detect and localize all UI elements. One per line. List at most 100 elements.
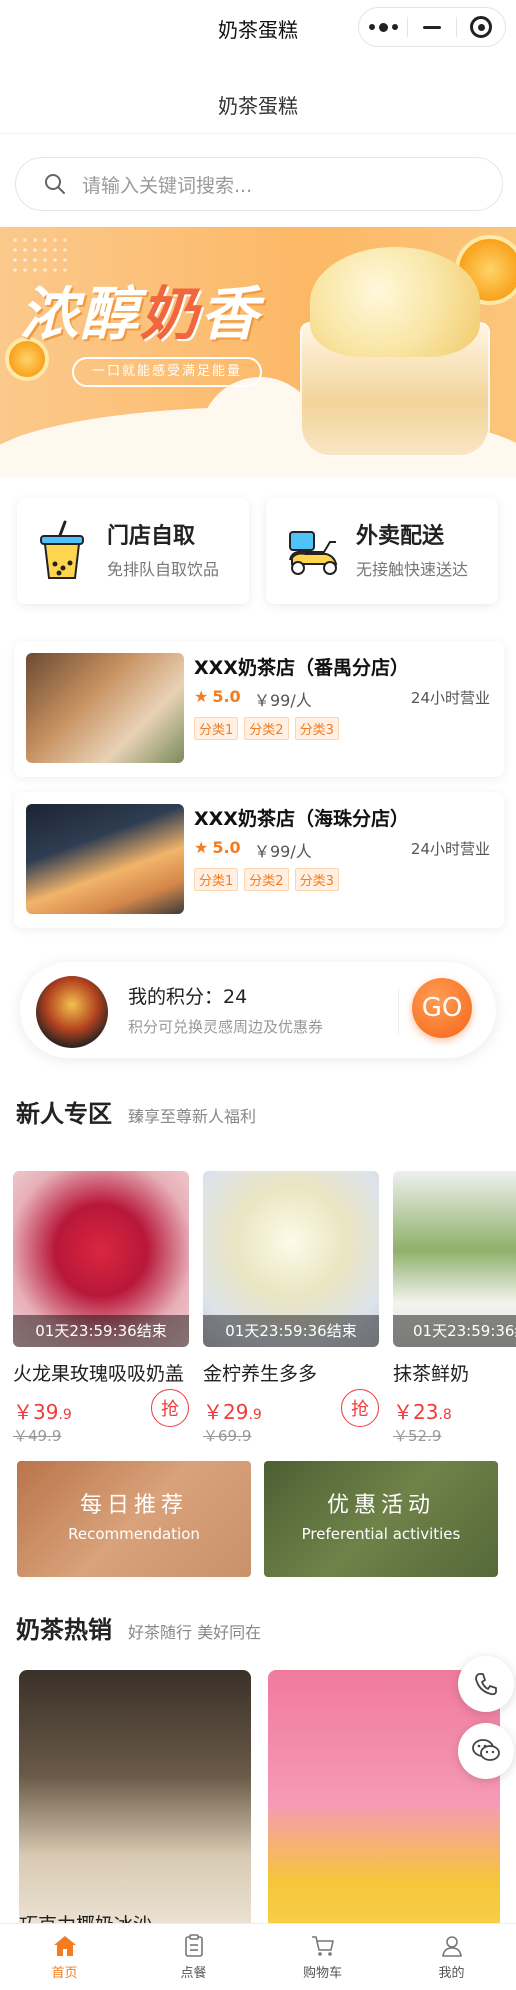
pickup-desc: 免排队自取饮品 bbox=[107, 560, 220, 579]
store-image bbox=[26, 804, 184, 914]
store-tag: 分类2 bbox=[244, 717, 289, 740]
mini-program-capsule bbox=[358, 7, 506, 47]
search-placeholder: 请输入关键词搜索... bbox=[82, 174, 253, 197]
tab-label: 购物车 bbox=[302, 1965, 342, 1981]
minimize-icon bbox=[423, 25, 441, 29]
store-card[interactable]: XXX奶茶店（海珠分店） ★ 5.0 ￥99/人 24小时营业 分类1 分类2 分… bbox=[14, 792, 504, 928]
promo-subtitle: Recommendation bbox=[68, 1525, 200, 1543]
store-price: ￥99/人 bbox=[254, 842, 312, 861]
phone-button[interactable] bbox=[458, 1656, 514, 1712]
grab-button[interactable]: 抢 bbox=[341, 1389, 379, 1427]
pickup-title: 门店自取 bbox=[107, 524, 196, 549]
tab-mine[interactable]: 我的 bbox=[387, 1924, 516, 1990]
points-avatar bbox=[36, 976, 108, 1048]
close-button[interactable] bbox=[457, 8, 505, 46]
tab-home[interactable]: 首页 bbox=[0, 1924, 129, 1990]
title-bar: 奶茶蛋糕 bbox=[0, 0, 516, 56]
points-card: 我的积分：24 积分可兑换灵感周边及优惠券 GO bbox=[20, 962, 496, 1058]
product-old-price: ￥69.9 bbox=[203, 1427, 252, 1445]
banner-subline: 一口就能感受满足能量 bbox=[72, 357, 263, 387]
bubble-tea-icon bbox=[40, 520, 84, 579]
points-go-button[interactable]: GO bbox=[412, 978, 472, 1038]
tab-label: 我的 bbox=[438, 1965, 465, 1981]
countdown-timer: 01天23:59:36结束 bbox=[13, 1315, 189, 1347]
points-title: 我的积分：24 bbox=[128, 986, 248, 1008]
phone-icon bbox=[475, 1673, 497, 1696]
promo-title: 每日推荐 bbox=[79, 1493, 188, 1518]
promo-title: 优惠活动 bbox=[326, 1493, 435, 1518]
hot-header: 奶茶热销 好茶随行 美好同在 bbox=[16, 1610, 261, 1645]
section-title: 新人专区 bbox=[16, 1100, 112, 1128]
delivery-desc: 无接触快速送达 bbox=[356, 560, 469, 579]
product-price: ￥23.8 bbox=[393, 1400, 452, 1424]
product-card[interactable]: 01天23:59:36结束 抹茶鲜奶 ￥23.8 ￥52.9 bbox=[393, 1171, 516, 1446]
tab-label: 点餐 bbox=[180, 1965, 207, 1981]
promo-subtitle: Preferential activities bbox=[301, 1525, 461, 1543]
more-button[interactable] bbox=[359, 8, 407, 46]
store-price: ￥99/人 bbox=[254, 691, 312, 710]
cart-icon bbox=[311, 1935, 334, 1956]
section-title: 奶茶热销 bbox=[16, 1616, 112, 1644]
newcomer-header: 新人专区 臻享至尊新人福利 bbox=[16, 1094, 256, 1129]
tab-label: 首页 bbox=[51, 1965, 78, 1981]
store-hours: 24小时营业 bbox=[410, 840, 490, 858]
product-name: 火龙果玫瑰吸吸奶盖 bbox=[13, 1363, 185, 1385]
store-tag: 分类1 bbox=[194, 868, 239, 891]
activities-banner[interactable]: 优惠活动 Preferential activities bbox=[264, 1461, 498, 1577]
more-icon bbox=[368, 22, 398, 32]
user-icon bbox=[441, 1935, 462, 1957]
tab-order[interactable]: 点餐 bbox=[129, 1924, 258, 1990]
hot-product-card[interactable]: 巧克力椰奶冰沙 bbox=[19, 1670, 251, 1935]
minimize-button[interactable] bbox=[408, 8, 456, 46]
star-icon: ★ bbox=[194, 838, 209, 857]
close-target-icon bbox=[470, 16, 492, 38]
product-card[interactable]: 01天23:59:36结束 金柠养生多多 ￥29.9 ￥69.9 抢 bbox=[203, 1171, 379, 1446]
store-tag: 分类3 bbox=[294, 868, 339, 891]
product-image: 01天23:59:36结束 bbox=[13, 1171, 189, 1347]
recommendation-banner[interactable]: 每日推荐 Recommendation bbox=[17, 1461, 251, 1577]
section-subtitle: 臻享至尊新人福利 bbox=[128, 1107, 257, 1126]
product-name: 抹茶鲜奶 bbox=[393, 1363, 470, 1385]
store-tags: 分类1 分类2 分类3 bbox=[194, 717, 339, 740]
product-old-price: ￥49.9 bbox=[13, 1427, 62, 1445]
delivery-title: 外卖配送 bbox=[356, 524, 445, 549]
hot-product-card[interactable] bbox=[268, 1670, 500, 1935]
store-tag: 分类1 bbox=[194, 717, 239, 740]
tab-cart[interactable]: 购物车 bbox=[258, 1924, 387, 1990]
home-icon bbox=[53, 1935, 76, 1956]
cream-image bbox=[310, 247, 480, 357]
scooter-icon bbox=[289, 531, 338, 575]
store-tags: 分类1 分类2 分类3 bbox=[194, 868, 339, 891]
product-name: 金柠养生多多 bbox=[203, 1363, 318, 1385]
delivery-card[interactable]: 外卖配送 无接触快速送达 bbox=[266, 498, 498, 604]
product-old-price: ￥52.9 bbox=[393, 1427, 442, 1445]
product-card[interactable]: 01天23:59:36结束 火龙果玫瑰吸吸奶盖 ￥39.9 ￥49.9 抢 bbox=[13, 1171, 189, 1446]
product-image: 01天23:59:36结束 bbox=[393, 1171, 516, 1347]
store-tag: 分类2 bbox=[244, 868, 289, 891]
countdown-timer: 01天23:59:36结束 bbox=[393, 1315, 516, 1347]
store-tag: 分类3 bbox=[294, 717, 339, 740]
pickup-card[interactable]: 门店自取 免排队自取饮品 bbox=[17, 498, 249, 604]
search-input[interactable]: 请输入关键词搜索... bbox=[15, 157, 503, 211]
bottom-tab-bar: 首页 点餐 购物车 我的 bbox=[0, 1923, 516, 1990]
search-icon bbox=[45, 174, 65, 194]
grab-button[interactable]: 抢 bbox=[151, 1389, 189, 1427]
wechat-button[interactable] bbox=[458, 1723, 514, 1779]
store-hours: 24小时营业 bbox=[410, 689, 490, 707]
store-image bbox=[26, 653, 184, 763]
order-icon bbox=[184, 1933, 203, 1957]
countdown-timer: 01天23:59:36结束 bbox=[203, 1315, 379, 1347]
store-name: XXX奶茶店（番禺分店） bbox=[194, 657, 409, 679]
points-desc: 积分可兑换灵感周边及优惠券 bbox=[128, 1018, 324, 1036]
page-title: 奶茶蛋糕 bbox=[0, 78, 516, 134]
store-rating: ★ 5.0 bbox=[194, 687, 241, 706]
store-name: XXX奶茶店（海珠分店） bbox=[194, 808, 409, 830]
banner-headline: 浓醇奶香 bbox=[20, 280, 261, 348]
section-subtitle: 好茶随行 美好同在 bbox=[128, 1623, 262, 1642]
star-icon: ★ bbox=[194, 687, 209, 706]
promo-banner[interactable]: 浓醇奶香 一口就能感受满足能量 bbox=[0, 227, 516, 477]
wechat-icon bbox=[472, 1739, 500, 1761]
product-image: 01天23:59:36结束 bbox=[203, 1171, 379, 1347]
store-rating: ★ 5.0 bbox=[194, 838, 241, 857]
store-card[interactable]: XXX奶茶店（番禺分店） ★ 5.0 ￥99/人 24小时营业 分类1 分类2 分… bbox=[14, 641, 504, 777]
